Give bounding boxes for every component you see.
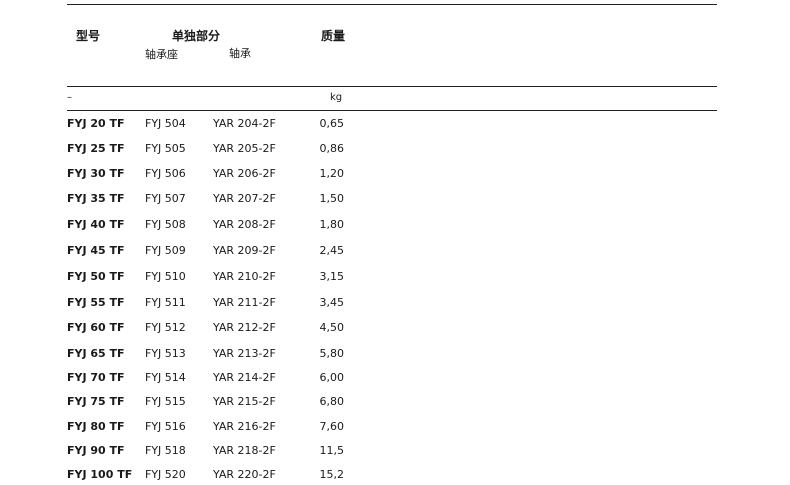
cell-mass: 3,45 [319, 296, 345, 309]
cell-model: FYJ 70 TF [67, 371, 125, 384]
cell-bearing: YAR 206-2F [213, 167, 276, 180]
cell-bearing: YAR 212-2F [213, 321, 276, 334]
cell-housing: FYJ 518 [145, 444, 186, 457]
cell-mass: 6,80 [319, 395, 345, 408]
cell-model: FYJ 60 TF [67, 321, 125, 334]
table-row: FYJ 30 TF FYJ 506 YAR 206-2F 1,20 [0, 167, 790, 181]
cell-model: FYJ 55 TF [67, 296, 125, 309]
cell-bearing: YAR 208-2F [213, 218, 276, 231]
table-row: FYJ 80 TF FYJ 516 YAR 216-2F 7,60 [0, 420, 790, 434]
cell-bearing: YAR 207-2F [213, 192, 276, 205]
cell-housing: FYJ 514 [145, 371, 186, 384]
cell-mass: 11,5 [319, 444, 345, 457]
cell-bearing: YAR 213-2F [213, 347, 276, 360]
cell-housing: FYJ 516 [145, 420, 186, 433]
cell-bearing: YAR 216-2F [213, 420, 276, 433]
cell-housing: FYJ 510 [145, 270, 186, 283]
cell-model: FYJ 30 TF [67, 167, 125, 180]
cell-housing: FYJ 508 [145, 218, 186, 231]
cell-housing: FYJ 507 [145, 192, 186, 205]
cell-model: FYJ 25 TF [67, 142, 125, 155]
cell-model: FYJ 65 TF [67, 347, 125, 360]
cell-bearing: YAR 210-2F [213, 270, 276, 283]
cell-bearing: YAR 214-2F [213, 371, 276, 384]
cell-mass: 2,45 [319, 244, 345, 257]
cell-mass: 6,00 [319, 371, 345, 384]
cell-bearing: YAR 215-2F [213, 395, 276, 408]
cell-model: FYJ 40 TF [67, 218, 125, 231]
cell-mass: 7,60 [319, 420, 345, 433]
table-row: FYJ 20 TF FYJ 504 YAR 204-2F 0,65 [0, 117, 790, 131]
table-row: FYJ 100 TF FYJ 520 YAR 220-2F 15,2 [0, 468, 790, 482]
cell-model: FYJ 20 TF [67, 117, 125, 130]
cell-housing: FYJ 513 [145, 347, 186, 360]
cell-housing: FYJ 506 [145, 167, 186, 180]
cell-bearing: YAR 209-2F [213, 244, 276, 257]
cell-mass: 15,2 [319, 468, 345, 481]
cell-bearing: YAR 220-2F [213, 468, 276, 481]
table-row: FYJ 65 TF FYJ 513 YAR 213-2F 5,80 [0, 347, 790, 361]
cell-model: FYJ 90 TF [67, 444, 125, 457]
cell-bearing: YAR 211-2F [213, 296, 276, 309]
cell-mass: 0,86 [319, 142, 345, 155]
table-row: FYJ 75 TF FYJ 515 YAR 215-2F 6,80 [0, 395, 790, 409]
cell-mass: 1,80 [319, 218, 345, 231]
cell-model: FYJ 50 TF [67, 270, 125, 283]
cell-housing: FYJ 505 [145, 142, 186, 155]
cell-mass: 1,20 [319, 167, 345, 180]
cell-model: FYJ 100 TF [67, 468, 133, 481]
cell-model: FYJ 45 TF [67, 244, 125, 257]
cell-housing: FYJ 515 [145, 395, 186, 408]
cell-model: FYJ 75 TF [67, 395, 125, 408]
cell-housing: FYJ 509 [145, 244, 186, 257]
cell-housing: FYJ 504 [145, 117, 186, 130]
table-row: FYJ 60 TF FYJ 512 YAR 212-2F 4,50 [0, 321, 790, 335]
cell-housing: FYJ 511 [145, 296, 186, 309]
cell-model: FYJ 35 TF [67, 192, 125, 205]
table-row: FYJ 50 TF FYJ 510 YAR 210-2F 3,15 [0, 270, 790, 284]
table-row: FYJ 55 TF FYJ 511 YAR 211-2F 3,45 [0, 296, 790, 310]
cell-mass: 3,15 [319, 270, 345, 283]
table-row: FYJ 45 TF FYJ 509 YAR 209-2F 2,45 [0, 244, 790, 258]
cell-mass: 0,65 [319, 117, 345, 130]
cell-mass: 1,50 [319, 192, 345, 205]
cell-mass: 5,80 [319, 347, 345, 360]
cell-mass: 4,50 [319, 321, 345, 334]
table-row: FYJ 40 TF FYJ 508 YAR 208-2F 1,80 [0, 218, 790, 232]
table-body: FYJ 20 TF FYJ 504 YAR 204-2F 0,65 FYJ 25 TF F… [0, 0, 790, 485]
table-row: FYJ 70 TF FYJ 514 YAR 214-2F 6,00 [0, 371, 790, 385]
table-row: FYJ 25 TF FYJ 505 YAR 205-2F 0,86 [0, 142, 790, 156]
cell-model: FYJ 80 TF [67, 420, 125, 433]
table-row: FYJ 90 TF FYJ 518 YAR 218-2F 11,5 [0, 444, 790, 458]
cell-housing: FYJ 512 [145, 321, 186, 334]
cell-housing: FYJ 520 [145, 468, 186, 481]
cell-bearing: YAR 218-2F [213, 444, 276, 457]
cell-bearing: YAR 205-2F [213, 142, 276, 155]
cell-bearing: YAR 204-2F [213, 117, 276, 130]
table-row: FYJ 35 TF FYJ 507 YAR 207-2F 1,50 [0, 192, 790, 206]
